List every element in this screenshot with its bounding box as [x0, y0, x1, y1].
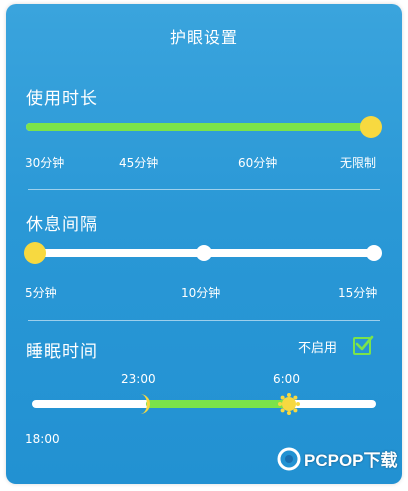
rest-interval-knob[interactable] [24, 242, 46, 264]
rest-option-5[interactable]: 5分钟 [25, 284, 57, 301]
page-title: 护眼设置 [169, 28, 238, 47]
sleep-range-start: 18:00 [25, 432, 60, 446]
watermark-logo-icon [277, 447, 301, 471]
usage-option-30[interactable]: 30分钟 [25, 154, 64, 171]
usage-option-60[interactable]: 60分钟 [238, 154, 277, 171]
sun-icon[interactable] [278, 393, 300, 415]
sleep-end-time: 6:00 [273, 372, 300, 386]
eye-care-settings-panel: 护眼设置 使用时长 30分钟 45分钟 60分钟 无限制 休息间隔 5分钟 10… [6, 4, 402, 484]
disable-sleep-label[interactable]: 不启用 [298, 337, 337, 356]
rest-interval-stop-15[interactable] [366, 245, 382, 261]
checkmark-icon [355, 335, 374, 351]
sleep-time-label: 睡眠时间 [26, 342, 98, 362]
usage-option-unlimited[interactable]: 无限制 [340, 154, 376, 171]
sleep-start-time: 23:00 [121, 372, 156, 386]
rest-option-15[interactable]: 15分钟 [338, 284, 377, 301]
divider [28, 320, 380, 321]
watermark-text: PCPOP下载 [304, 451, 398, 470]
usage-option-45[interactable]: 45分钟 [119, 154, 158, 171]
moon-icon[interactable] [134, 393, 154, 415]
rest-option-10[interactable]: 10分钟 [181, 284, 220, 301]
rest-interval-label: 休息间隔 [26, 215, 98, 235]
usage-duration-label: 使用时长 [26, 89, 98, 109]
rest-interval-stop-10[interactable] [196, 245, 212, 261]
usage-duration-knob[interactable] [360, 116, 382, 138]
watermark: PCPOP下载 [274, 444, 398, 482]
divider [28, 189, 380, 190]
usage-duration-fill [26, 123, 372, 131]
disable-sleep-checkbox[interactable] [353, 335, 374, 355]
sleep-time-fill [146, 400, 288, 408]
